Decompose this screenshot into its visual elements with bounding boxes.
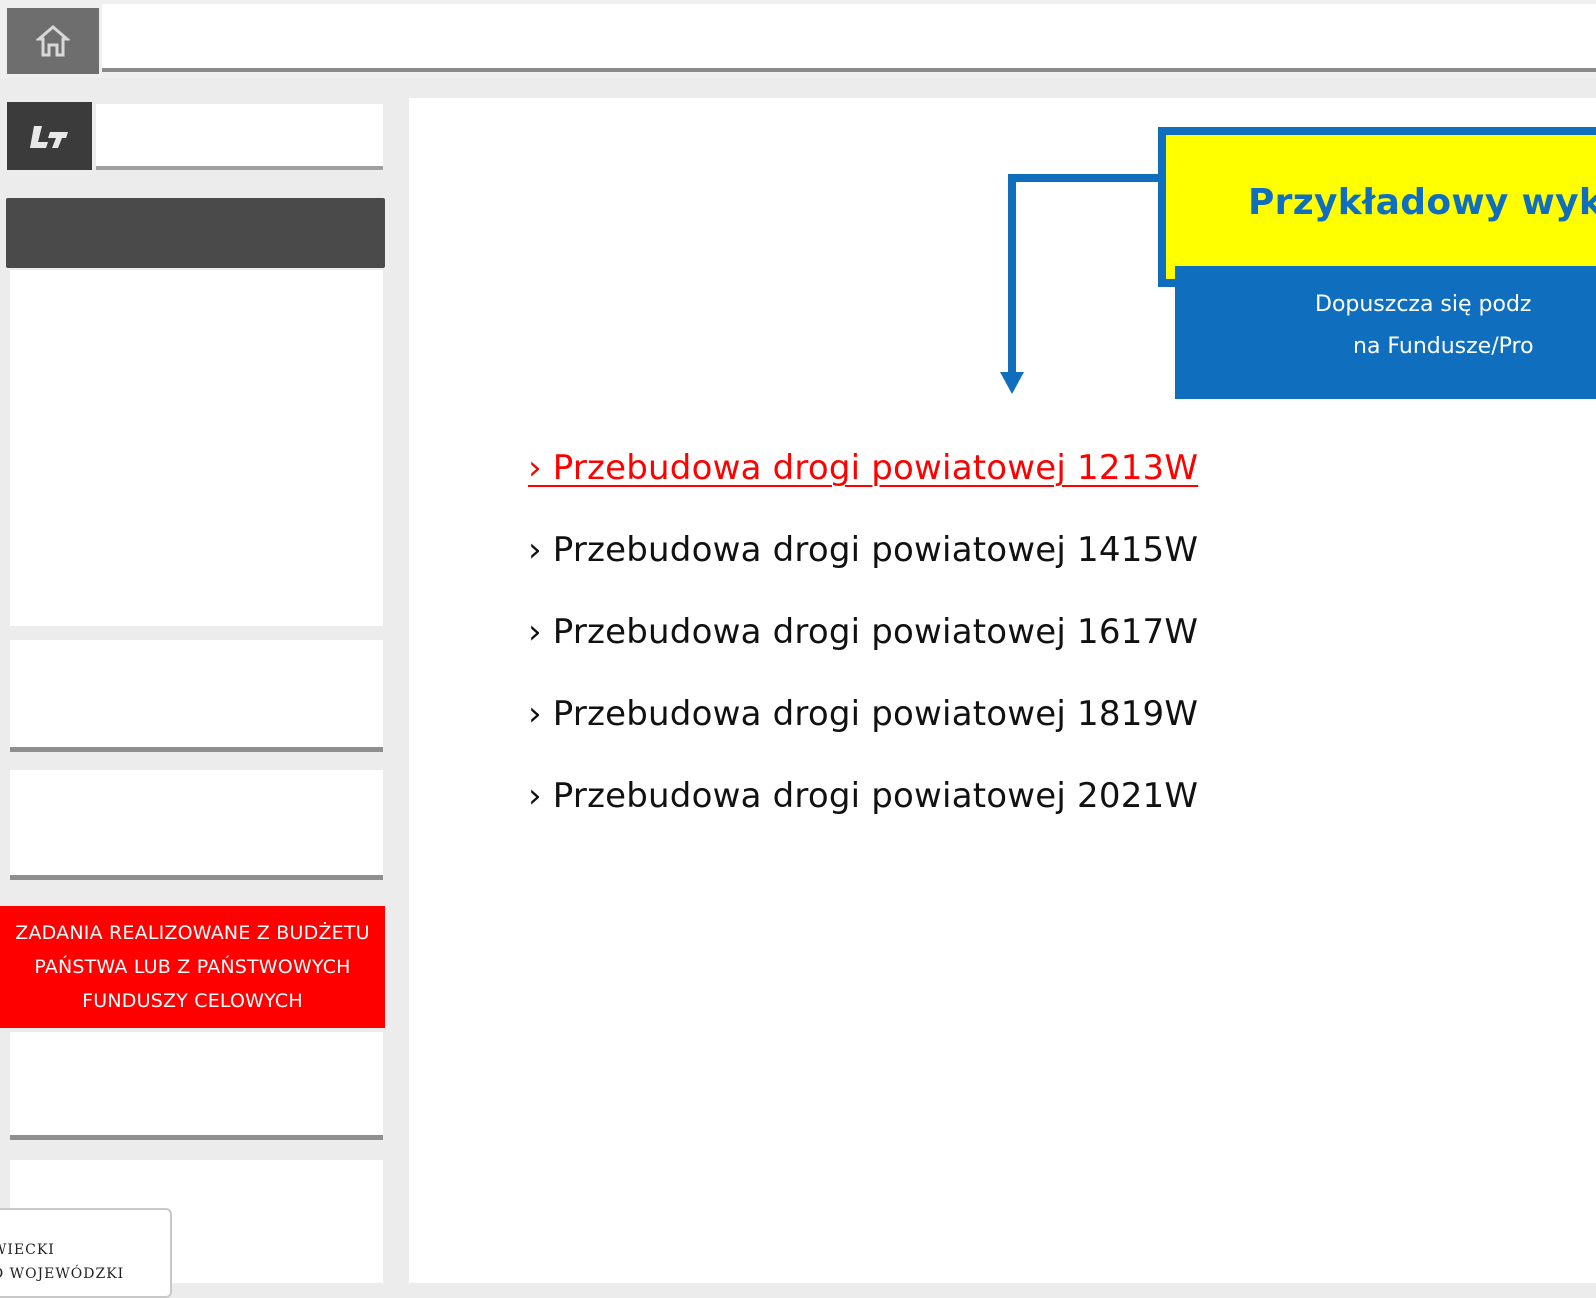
sidebar-gap bbox=[10, 752, 383, 768]
sidebar-header-field bbox=[96, 104, 383, 170]
connector-line bbox=[1008, 174, 1160, 182]
logo-button[interactable] bbox=[7, 102, 92, 170]
list-item: › Przebudowa drogi powiatowej 1213W bbox=[528, 448, 1198, 530]
road-link[interactable]: › Przebudowa drogi powiatowej 1819W bbox=[528, 694, 1198, 734]
emblem-logo[interactable]: WIECKI D WOJEWÓDZKI bbox=[0, 1208, 172, 1298]
connector-line bbox=[1008, 174, 1016, 379]
emblem-line-1: WIECKI bbox=[0, 1242, 55, 1258]
sidebar-gap bbox=[10, 626, 383, 640]
arrow-down-icon bbox=[1000, 372, 1024, 394]
sidebar-panel-3 bbox=[10, 770, 383, 880]
list-item: › Przebudowa drogi powiatowej 2021W bbox=[528, 776, 1198, 858]
sidebar-dark-bar[interactable] bbox=[6, 198, 385, 268]
callout-body-line-1: Dopuszcza się podz bbox=[1315, 292, 1532, 317]
home-button[interactable] bbox=[7, 8, 99, 74]
list-item: › Przebudowa drogi powiatowej 1617W bbox=[528, 612, 1198, 694]
sidebar: ZADANIA REALIZOWANE Z BUDŻETU PAŃSTWA LU… bbox=[0, 98, 390, 1298]
road-link[interactable]: › Przebudowa drogi powiatowej 2021W bbox=[528, 776, 1198, 816]
callout-body-line-2: na Fundusze/Pro bbox=[1353, 334, 1534, 359]
sidebar-panel-2 bbox=[10, 644, 383, 752]
home-icon bbox=[36, 25, 70, 57]
sidebar-panel-4 bbox=[10, 1032, 383, 1140]
road-list: › Przebudowa drogi powiatowej 1213W › Pr… bbox=[528, 448, 1198, 858]
road-link[interactable]: › Przebudowa drogi powiatowej 1213W bbox=[528, 448, 1198, 488]
road-link[interactable]: › Przebudowa drogi powiatowej 1415W bbox=[528, 530, 1198, 570]
list-item: › Przebudowa drogi powiatowej 1819W bbox=[528, 694, 1198, 776]
list-item: › Przebudowa drogi powiatowej 1415W bbox=[528, 530, 1198, 612]
callout-title: Przykładowy wyk bbox=[1248, 182, 1596, 223]
logo-icon bbox=[29, 126, 68, 148]
callout-body-box: Dopuszcza się podz na Fundusze/Pro bbox=[1175, 266, 1596, 399]
emblem-line-2: D WOJEWÓDZKI bbox=[0, 1266, 125, 1282]
promo-banner[interactable]: ZADANIA REALIZOWANE Z BUDŻETU PAŃSTWA LU… bbox=[0, 906, 385, 1028]
top-search-field[interactable] bbox=[102, 4, 1596, 72]
promo-banner-text: ZADANIA REALIZOWANE Z BUDŻETU PAŃSTWA LU… bbox=[15, 922, 370, 1012]
top-bar bbox=[0, 0, 1596, 78]
road-link[interactable]: › Przebudowa drogi powiatowej 1617W bbox=[528, 612, 1198, 652]
